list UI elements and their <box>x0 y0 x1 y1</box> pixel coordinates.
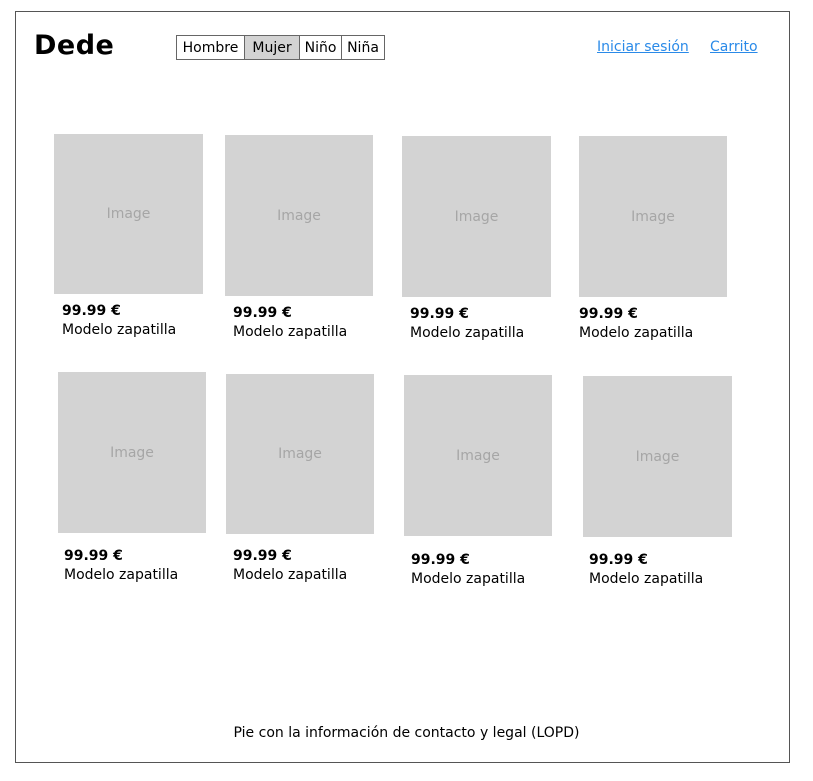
category-tabs: Hombre Mujer Niño Niña <box>176 35 385 60</box>
product-image[interactable]: Image <box>583 376 732 537</box>
product-name[interactable]: Modelo zapatilla <box>579 325 727 341</box>
tab-nina[interactable]: Niña <box>342 36 384 59</box>
product-image[interactable]: Image <box>404 375 552 536</box>
product-name[interactable]: Modelo zapatilla <box>583 571 732 587</box>
product-card[interactable]: Image 99.99 € Modelo zapatilla <box>226 374 374 583</box>
product-price: 99.99 € <box>64 548 123 564</box>
site-logo[interactable]: Dede <box>34 30 114 61</box>
product-card[interactable]: Image 99.99 € Modelo zapatilla <box>404 375 552 587</box>
product-card[interactable]: Image 99.99 € Modelo zapatilla <box>225 135 373 340</box>
product-card[interactable]: Image 99.99 € Modelo zapatilla <box>579 136 727 341</box>
product-image[interactable]: Image <box>58 372 206 533</box>
product-price: 99.99 € <box>410 306 469 322</box>
product-price: 99.99 € <box>62 303 121 319</box>
product-name[interactable]: Modelo zapatilla <box>225 324 373 340</box>
tab-nino[interactable]: Niño <box>300 36 342 59</box>
footer-info: Pie con la información de contacto y leg… <box>233 725 580 741</box>
product-card[interactable]: Image 99.99 € Modelo zapatilla <box>54 134 203 338</box>
product-image[interactable]: Image <box>579 136 727 297</box>
product-name[interactable]: Modelo zapatilla <box>54 322 203 338</box>
product-name[interactable]: Modelo zapatilla <box>58 567 206 583</box>
product-card[interactable]: Image 99.99 € Modelo zapatilla <box>58 372 206 583</box>
tab-hombre[interactable]: Hombre <box>177 36 245 59</box>
product-name[interactable]: Modelo zapatilla <box>402 325 551 341</box>
product-price: 99.99 € <box>411 552 470 568</box>
product-name[interactable]: Modelo zapatilla <box>226 567 374 583</box>
product-image[interactable]: Image <box>226 374 374 534</box>
product-price: 99.99 € <box>233 548 292 564</box>
product-image[interactable]: Image <box>54 134 203 294</box>
tab-mujer[interactable]: Mujer <box>245 36 300 59</box>
cart-link[interactable]: Carrito <box>710 39 758 55</box>
product-image[interactable]: Image <box>402 136 551 297</box>
product-price: 99.99 € <box>233 305 292 321</box>
login-link[interactable]: Iniciar sesión <box>597 39 689 55</box>
product-card[interactable]: Image 99.99 € Modelo zapatilla <box>583 376 732 587</box>
product-name[interactable]: Modelo zapatilla <box>404 571 552 587</box>
product-card[interactable]: Image 99.99 € Modelo zapatilla <box>402 136 551 341</box>
product-image[interactable]: Image <box>225 135 373 296</box>
product-price: 99.99 € <box>589 552 648 568</box>
product-price: 99.99 € <box>579 306 638 322</box>
